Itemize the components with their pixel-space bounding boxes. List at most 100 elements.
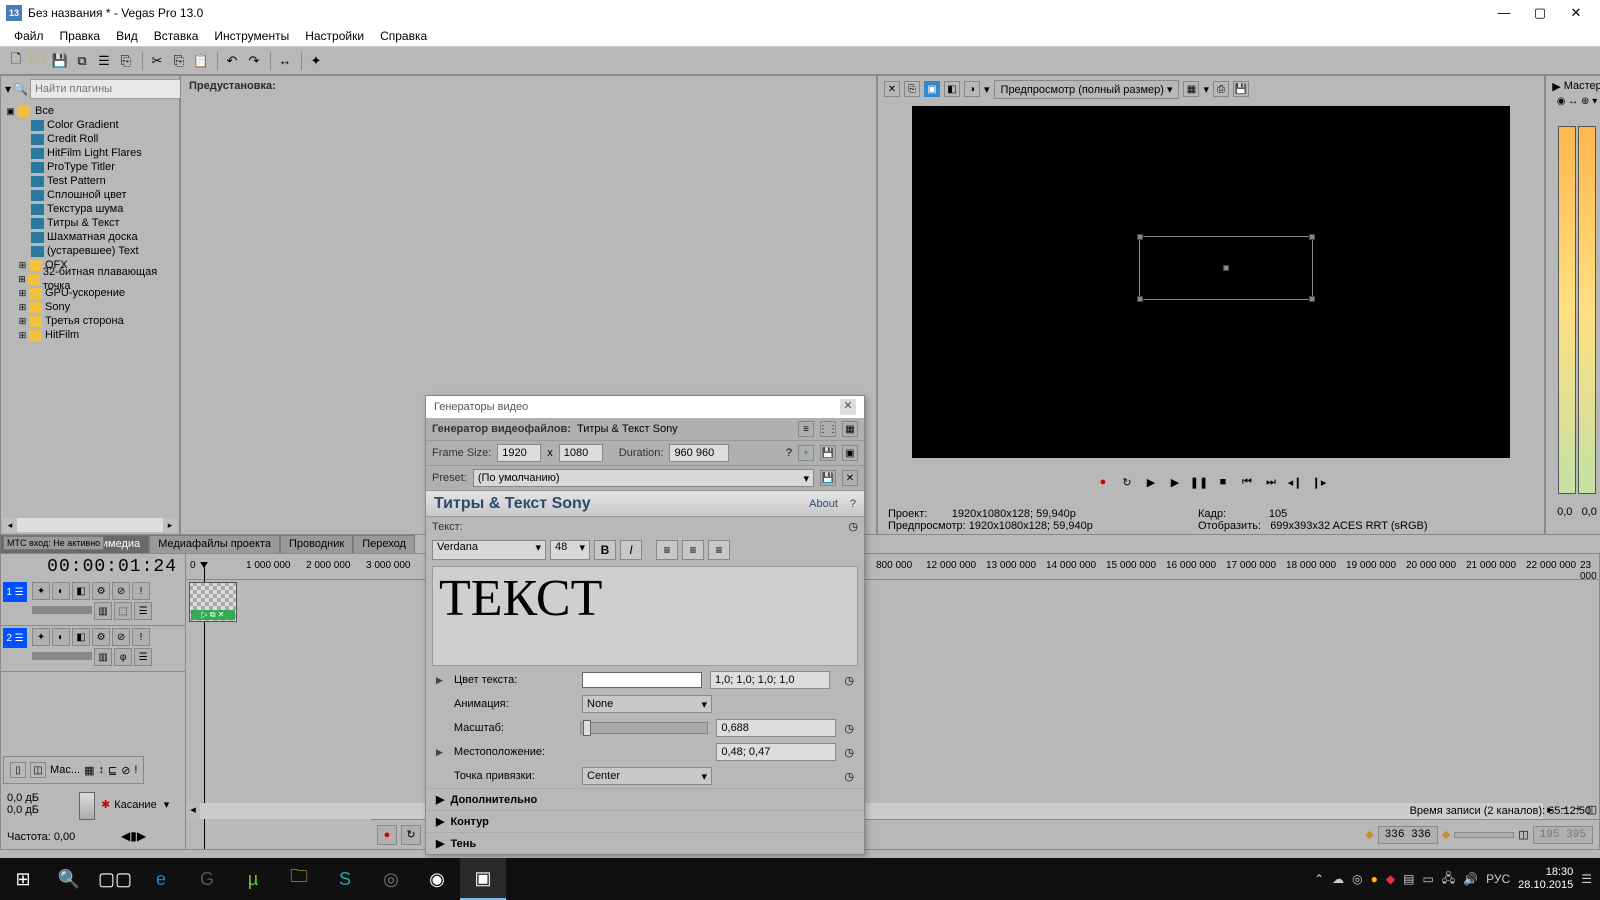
menu-edit[interactable]: Правка (52, 29, 109, 43)
duration-input[interactable] (669, 444, 729, 462)
chrome-icon[interactable]: ◉ (414, 858, 460, 900)
expand-icon[interactable]: ⊞ (17, 258, 28, 272)
tray-volume-icon[interactable]: 🔊 (1463, 872, 1478, 886)
expand-icon[interactable]: ⊞ (17, 300, 28, 314)
tree-leaf[interactable]: Текстура шума (47, 202, 123, 216)
tree-leaf[interactable]: Шахматная доска (47, 230, 138, 244)
keyframe-icon[interactable]: ◷ (844, 722, 854, 735)
tab-transitions[interactable]: Переход (353, 535, 415, 553)
horizontal-scrollbar[interactable]: ◂▸ (3, 518, 177, 532)
expand-icon[interactable]: ▶ (436, 747, 446, 758)
copy-frame-icon[interactable]: ⎙ (1213, 81, 1229, 97)
scale-slider[interactable] (580, 722, 708, 734)
explorer-icon[interactable]: 🗀 (276, 858, 322, 900)
chevron-down-icon[interactable]: ▾ (5, 81, 11, 97)
start-button[interactable]: ⊞ (0, 858, 46, 900)
track-color-icon[interactable]: ◐ (52, 582, 70, 600)
vegas-task-icon[interactable]: ▣ (460, 858, 506, 900)
tab-explorer[interactable]: Проводник (280, 535, 353, 553)
search-icon[interactable]: 🔍 (13, 81, 28, 97)
save-frame-icon[interactable]: 💾 (1233, 81, 1249, 97)
loop-icon[interactable]: ◑ (964, 81, 980, 97)
fader-icon[interactable]: ▯ (10, 762, 26, 778)
video-clip[interactable]: ▷ ⧉ ✕ (189, 582, 237, 622)
collapse-icon[interactable]: ▣ (5, 104, 16, 118)
record-icon[interactable]: ● (377, 825, 397, 845)
playhead-handle[interactable] (200, 562, 208, 568)
mute-icon[interactable]: ⊘ (112, 582, 130, 600)
menu-file[interactable]: Файл (6, 29, 52, 43)
mute-icon[interactable]: ⊘ (112, 628, 130, 646)
cursor-position[interactable]: 336 336 (1378, 826, 1438, 844)
preview-canvas[interactable] (912, 106, 1510, 458)
delete-icon[interactable]: ✕ (842, 470, 858, 486)
level-slider[interactable] (32, 606, 92, 614)
save-icon[interactable]: 💾 (50, 51, 70, 71)
track-settings-icon[interactable]: ⚙ (92, 628, 110, 646)
expand-icon[interactable]: ⊞ (17, 286, 28, 300)
task-view-icon[interactable]: ▢▢ (92, 858, 138, 900)
video-track-header[interactable]: 1 ☰ ✦ ◐ ◧ ⚙ ⊘ ! ▥ ⬚ ☰ (1, 580, 185, 626)
dialog-title[interactable]: Генераторы видео✕ (426, 396, 864, 418)
close-button[interactable]: ✕ (1558, 0, 1594, 25)
expand-icon[interactable]: ⊞ (17, 314, 28, 328)
audio-track-header[interactable]: 2 ☰ ✦ ◐ ◧ ⚙ ⊘ ! ▥ φ ☰ (1, 626, 185, 672)
menu-view[interactable]: Вид (108, 29, 146, 43)
section-advanced[interactable]: ▶Дополнительно (426, 788, 864, 810)
track-settings-icon[interactable]: ⚙ (92, 582, 110, 600)
comp-icon[interactable]: ▥ (94, 602, 112, 620)
more-icon[interactable]: ☰ (134, 602, 152, 620)
automation-icon[interactable]: ✱ (101, 798, 110, 811)
menu-insert[interactable]: Вставка (146, 29, 207, 43)
open-media-icon[interactable]: ⎘ (116, 51, 136, 71)
timeline-ruler[interactable]: 0 1 000 000 2 000 000 3 000 000 800 000 … (186, 554, 1599, 580)
tree-folder[interactable]: Третья сторона (45, 314, 124, 328)
close-panel-icon[interactable]: ✕ (884, 81, 900, 97)
animation-dropdown[interactable]: None▾ (582, 695, 712, 713)
steam-icon[interactable]: ◎ (368, 858, 414, 900)
align-right-button[interactable]: ≡ (708, 540, 730, 560)
tray-expand-icon[interactable]: ⌃ (1314, 872, 1324, 886)
mtc-tab[interactable]: MTC вход: Не активно (3, 536, 104, 550)
split-screen-icon[interactable]: ◧ (944, 81, 960, 97)
grammarly-icon[interactable]: G (184, 858, 230, 900)
output-fx-icon[interactable]: ⎘ (904, 81, 920, 97)
stop-icon[interactable]: ■ (1214, 473, 1232, 491)
keyframe-icon[interactable]: ◷ (844, 746, 854, 759)
track-motion-icon[interactable]: ◧ (72, 628, 90, 646)
step-fwd-icon[interactable]: ❙▸ (1310, 473, 1328, 491)
search-icon[interactable]: 🔍 (46, 858, 92, 900)
paste-icon[interactable]: 📋 (191, 51, 211, 71)
tree-folder[interactable]: HitFilm (45, 328, 79, 342)
go-start-icon[interactable]: ⏮ (1238, 473, 1256, 491)
marker-icon[interactable]: ✦ (306, 51, 326, 71)
tree-leaf[interactable]: (устаревшее) Text (47, 244, 139, 258)
record-icon[interactable]: ● (1094, 473, 1112, 491)
tray-warning-icon[interactable]: ● (1371, 872, 1378, 886)
menu-help[interactable]: Справка (372, 29, 435, 43)
view-tree-icon[interactable]: ⋮⋮ (820, 421, 836, 437)
overlay-icon[interactable]: ▦ (1183, 81, 1199, 97)
help-icon[interactable]: ? (786, 447, 792, 459)
plugin-search-input[interactable] (30, 79, 182, 99)
selection-end[interactable]: 195 395 (1533, 826, 1593, 844)
step-back-icon[interactable]: ◂❙ (1286, 473, 1304, 491)
minimize-button[interactable]: — (1486, 0, 1522, 25)
action-center-icon[interactable]: ☰ (1581, 872, 1592, 886)
about-link[interactable]: About (809, 498, 838, 510)
tab-project-media[interactable]: Медиафайлы проекта (149, 535, 280, 553)
parent-icon[interactable]: ⬚ (114, 602, 132, 620)
solo-icon[interactable]: ! (132, 628, 150, 646)
scale-value[interactable] (716, 719, 836, 737)
copy-icon[interactable]: ⎘ (169, 51, 189, 71)
selection-length[interactable] (1454, 832, 1514, 838)
track-motion-icon[interactable]: ◧ (72, 582, 90, 600)
dialog-close-icon[interactable]: ✕ (840, 399, 856, 415)
keyframe-icon[interactable]: ◷ (844, 674, 854, 687)
preview-quality-dropdown[interactable]: Предпросмотр (полный размер) ▾ (994, 80, 1180, 99)
text-input-canvas[interactable]: ТЕКСТ (432, 566, 858, 666)
help-link[interactable]: ? (850, 498, 856, 510)
more-icon[interactable]: ☰ (134, 648, 152, 666)
rate-handle[interactable]: ◀▮▶ (121, 829, 146, 843)
keyframe-icon[interactable]: ◷ (848, 520, 858, 533)
